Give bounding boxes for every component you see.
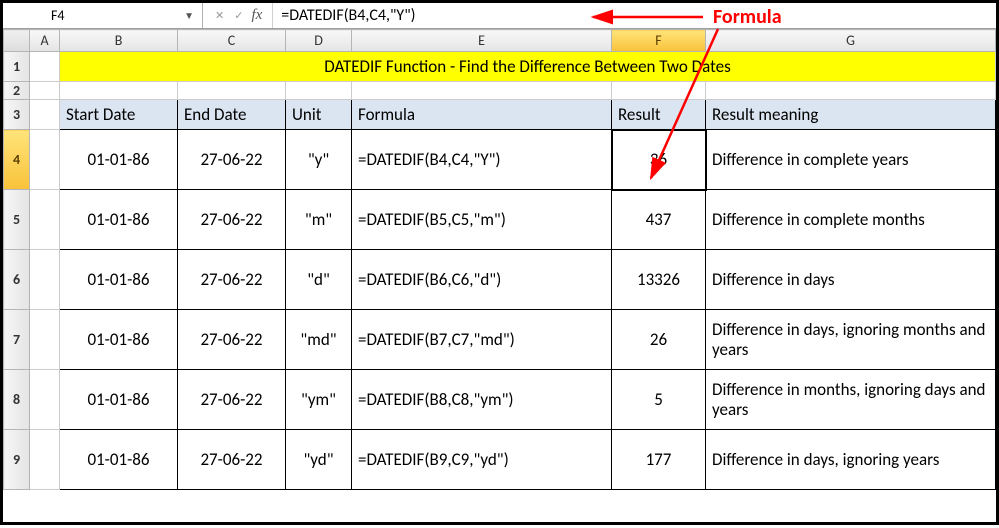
chevron-down-icon[interactable]: ▼: [178, 9, 200, 22]
row-header-8[interactable]: 8: [4, 370, 30, 430]
cell-C2[interactable]: [178, 82, 286, 100]
cell-E9[interactable]: =DATEDIF(B9,C9,"yd"): [352, 430, 612, 490]
cell-G5[interactable]: Difference in complete months: [706, 190, 996, 250]
cell-A5[interactable]: [30, 190, 60, 250]
cell-F4[interactable]: 36: [612, 130, 706, 190]
cell-A8[interactable]: [30, 370, 60, 430]
cell-C6[interactable]: 27-06-22: [178, 250, 286, 310]
title-cell[interactable]: DATEDIF Function - Find the Difference B…: [60, 52, 996, 82]
cell-A3[interactable]: [30, 100, 60, 130]
cell-E4[interactable]: =DATEDIF(B4,C4,"Y"): [352, 130, 612, 190]
header-end-date[interactable]: End Date: [178, 100, 286, 130]
row-7: 7 01-01-86 27-06-22 "md" =DATEDIF(B7,C7,…: [4, 310, 996, 370]
cancel-icon[interactable]: ✕: [213, 9, 226, 22]
row-9: 9 01-01-86 27-06-22 "yd" =DATEDIF(B9,C9,…: [4, 430, 996, 490]
annotation-label: Formula: [713, 5, 782, 29]
col-header-G[interactable]: G: [706, 30, 996, 52]
fx-buttons: ✕ ✓ fx: [203, 3, 273, 28]
name-box[interactable]: F4 ▼: [3, 3, 203, 28]
cell-E7[interactable]: =DATEDIF(B7,C7,"md"): [352, 310, 612, 370]
column-headers: A B C D E F G: [4, 30, 996, 52]
row-6: 6 01-01-86 27-06-22 "d" =DATEDIF(B6,C6,"…: [4, 250, 996, 310]
row-header-4[interactable]: 4: [4, 130, 30, 190]
cell-F9[interactable]: 177: [612, 430, 706, 490]
cell-B6[interactable]: 01-01-86: [60, 250, 178, 310]
cell-B8[interactable]: 01-01-86: [60, 370, 178, 430]
cell-F7[interactable]: 26: [612, 310, 706, 370]
cell-F8[interactable]: 5: [612, 370, 706, 430]
col-header-B[interactable]: B: [60, 30, 178, 52]
cell-G8[interactable]: Difference in months, ignoring days and …: [706, 370, 996, 430]
enter-icon[interactable]: ✓: [232, 9, 245, 22]
cell-A6[interactable]: [30, 250, 60, 310]
cell-G2[interactable]: [706, 82, 996, 100]
cell-G6[interactable]: Difference in days: [706, 250, 996, 310]
cell-E8[interactable]: =DATEDIF(B8,C8,"ym"): [352, 370, 612, 430]
col-header-C[interactable]: C: [178, 30, 286, 52]
cell-A4[interactable]: [30, 130, 60, 190]
row-8: 8 01-01-86 27-06-22 "ym" =DATEDIF(B8,C8,…: [4, 370, 996, 430]
cell-C8[interactable]: 27-06-22: [178, 370, 286, 430]
cell-B4[interactable]: 01-01-86: [60, 130, 178, 190]
row-header-9[interactable]: 9: [4, 430, 30, 490]
cell-B9[interactable]: 01-01-86: [60, 430, 178, 490]
row-3: 3 Start Date End Date Unit Formula Resul…: [4, 100, 996, 130]
cell-F5[interactable]: 437: [612, 190, 706, 250]
cell-F6[interactable]: 13326: [612, 250, 706, 310]
cell-E2[interactable]: [352, 82, 612, 100]
row-header-6[interactable]: 6: [4, 250, 30, 310]
cell-E6[interactable]: =DATEDIF(B6,C6,"d"): [352, 250, 612, 310]
cell-D8[interactable]: "ym": [286, 370, 352, 430]
cell-A2[interactable]: [30, 82, 60, 100]
cell-C9[interactable]: 27-06-22: [178, 430, 286, 490]
name-box-value: F4: [11, 7, 178, 24]
worksheet[interactable]: A B C D E F G 1 DATEDIF Function - Find …: [3, 29, 996, 490]
row-header-2[interactable]: 2: [4, 82, 30, 100]
formula-bar-input[interactable]: =DATEDIF(B4,C4,"Y"): [273, 3, 996, 28]
cell-A1[interactable]: [30, 52, 60, 82]
row-5: 5 01-01-86 27-06-22 "m" =DATEDIF(B5,C5,"…: [4, 190, 996, 250]
row-header-7[interactable]: 7: [4, 310, 30, 370]
fx-icon[interactable]: fx: [251, 7, 262, 24]
cell-B7[interactable]: 01-01-86: [60, 310, 178, 370]
formula-bar-text: =DATEDIF(B4,C4,"Y"): [281, 6, 415, 25]
cell-D9[interactable]: "yd": [286, 430, 352, 490]
row-1: 1 DATEDIF Function - Find the Difference…: [4, 52, 996, 82]
formula-bar-row: F4 ▼ ✕ ✓ fx =DATEDIF(B4,C4,"Y"): [3, 3, 996, 29]
row-4: 4 01-01-86 27-06-22 "y" =DATEDIF(B4,C4,"…: [4, 130, 996, 190]
cell-G4[interactable]: Difference in complete years: [706, 130, 996, 190]
row-header-5[interactable]: 5: [4, 190, 30, 250]
row-2: 2: [4, 82, 996, 100]
cell-D4[interactable]: "y": [286, 130, 352, 190]
header-result[interactable]: Result: [612, 100, 706, 130]
col-header-D[interactable]: D: [286, 30, 352, 52]
cell-C4[interactable]: 27-06-22: [178, 130, 286, 190]
cell-G9[interactable]: Difference in days, ignoring years: [706, 430, 996, 490]
cell-A9[interactable]: [30, 430, 60, 490]
row-header-1[interactable]: 1: [4, 52, 30, 82]
cell-B5[interactable]: 01-01-86: [60, 190, 178, 250]
col-header-E[interactable]: E: [352, 30, 612, 52]
header-formula[interactable]: Formula: [352, 100, 612, 130]
cell-D6[interactable]: "d": [286, 250, 352, 310]
col-header-A[interactable]: A: [30, 30, 60, 52]
select-all-corner[interactable]: [4, 30, 30, 52]
grid: A B C D E F G 1 DATEDIF Function - Find …: [3, 29, 996, 490]
cell-D5[interactable]: "m": [286, 190, 352, 250]
row-header-3[interactable]: 3: [4, 100, 30, 130]
cell-C5[interactable]: 27-06-22: [178, 190, 286, 250]
cell-D2[interactable]: [286, 82, 352, 100]
col-header-F[interactable]: F: [612, 30, 706, 52]
header-meaning[interactable]: Result meaning: [706, 100, 996, 130]
header-start-date[interactable]: Start Date: [60, 100, 178, 130]
cell-F2[interactable]: [612, 82, 706, 100]
cell-C7[interactable]: 27-06-22: [178, 310, 286, 370]
cell-G7[interactable]: Difference in days, ignoring months and …: [706, 310, 996, 370]
cell-E5[interactable]: =DATEDIF(B5,C5,"m"): [352, 190, 612, 250]
cell-B2[interactable]: [60, 82, 178, 100]
cell-D7[interactable]: "md": [286, 310, 352, 370]
cell-A7[interactable]: [30, 310, 60, 370]
header-unit[interactable]: Unit: [286, 100, 352, 130]
